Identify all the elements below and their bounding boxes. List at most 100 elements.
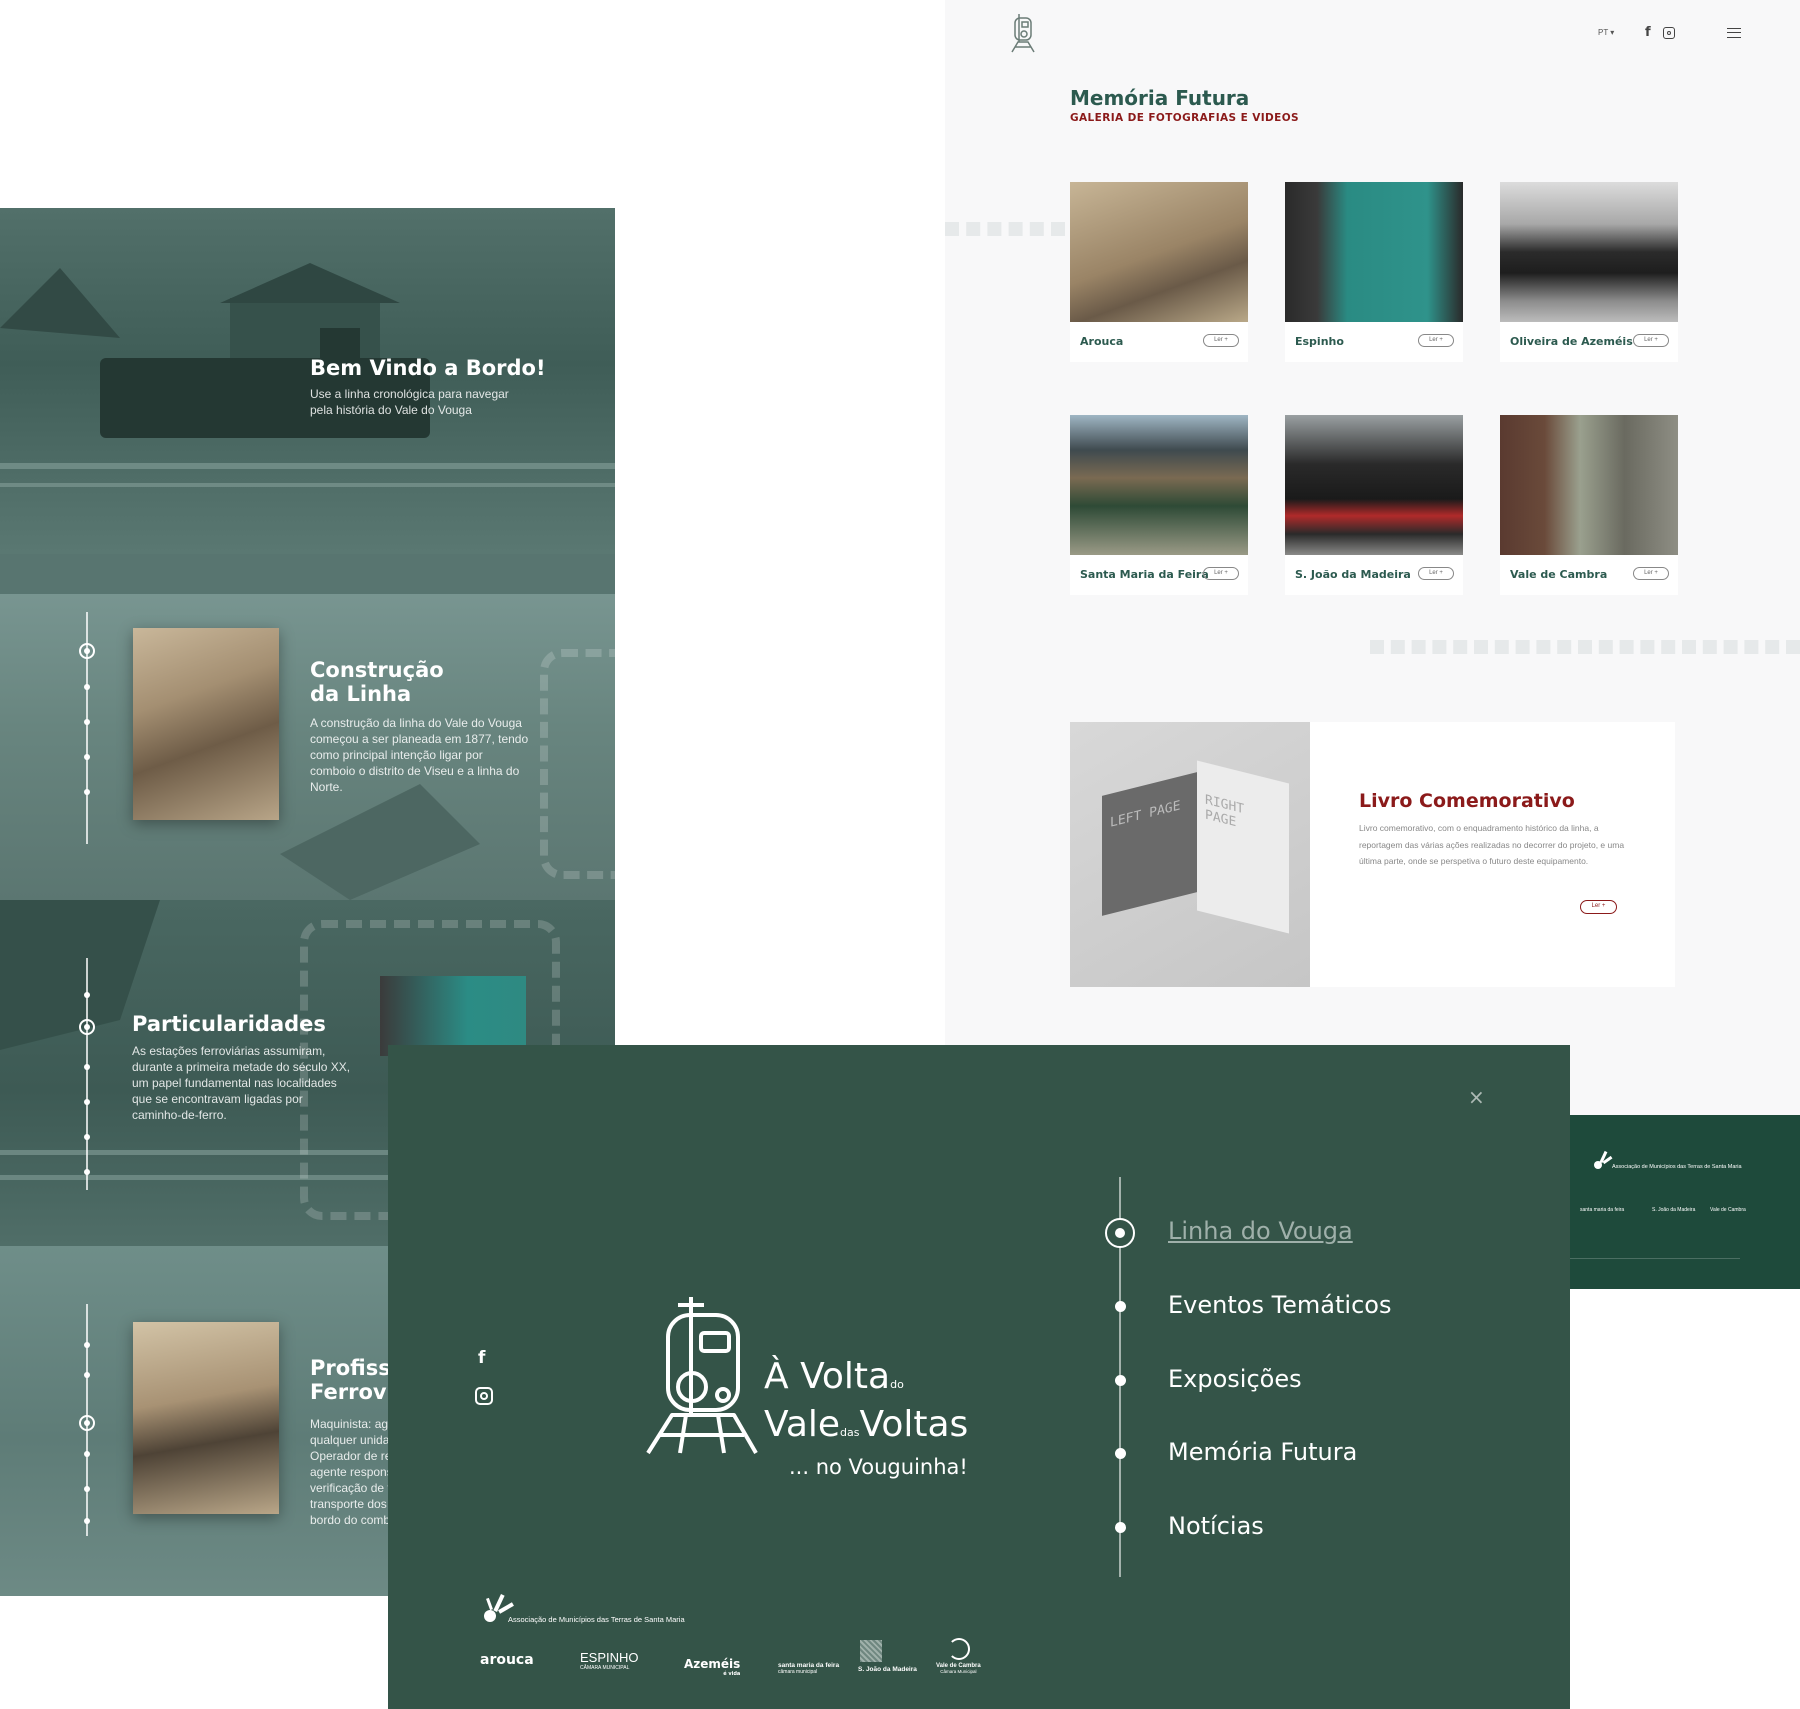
partner-sub: CÂMARA MUNICIPAL [580,1665,630,1671]
instagram-icon[interactable] [1663,27,1675,39]
section-text: As estações ferroviárias assumiram, dura… [132,1044,351,1122]
partner-logo[interactable]: Vale de Cambra [1710,1207,1746,1213]
menu-overlay: × f À Voltado ValedasVoltas ... no Vougu… [388,1045,1570,1709]
book-left-page: LEFT PAGE [1102,772,1197,916]
timeline-node[interactable] [84,1064,90,1070]
read-more-button[interactable]: Ler + [1418,334,1454,347]
card-image[interactable] [1285,415,1463,555]
section-title: Particularidades [132,1012,326,1036]
card-caption: Oliveira de Azeméis [1510,335,1633,348]
menu-dot [1115,1448,1126,1459]
read-more-button[interactable]: Ler + [1203,334,1239,347]
language-label: PT [1598,28,1609,37]
menu-item-eventos-tematicos[interactable]: Eventos Temáticos [1168,1291,1391,1319]
train-photo-bg [0,263,615,487]
partner-name: ESPINHO [580,1650,639,1665]
card-caption: Vale de Cambra [1510,568,1608,581]
timeline-node[interactable] [84,1134,90,1140]
gallery-card[interactable]: Espinho Ler + [1285,182,1463,362]
welcome-title: Bem Vindo a Bordo! [310,356,546,380]
menu-item-memoria-futura[interactable]: Memória Futura [1168,1438,1357,1466]
gallery-card[interactable]: Arouca Ler + [1070,182,1248,362]
book-title: Livro Comemorativo [1359,790,1575,812]
language-selector[interactable]: PT ▾ [1598,28,1614,37]
facebook-icon[interactable]: f [478,1348,485,1368]
menu-item-linha-do-vouga[interactable]: Linha do Vouga [1168,1217,1353,1245]
timeline-node-active[interactable] [79,1019,95,1035]
gallery-card[interactable]: Vale de Cambra Ler + [1500,415,1678,595]
card-image[interactable] [1285,182,1463,322]
construction-photo[interactable] [133,628,279,820]
menu-dot [1115,1375,1126,1386]
book-text: Livro comemorativo, com o enquadramento … [1359,823,1625,866]
book-read-more-button[interactable]: Ler + [1580,900,1617,914]
footer-divider [1570,1258,1740,1259]
card-caption: Espinho [1295,335,1344,348]
menu-dot [1115,1522,1126,1533]
page-subtitle: GALERIA DE FOTOGRAFIAS E VIDEOS [1070,112,1300,124]
particularidades-photo[interactable] [380,976,526,1056]
menu-active-ring [1105,1218,1135,1248]
vale-de-cambra-logo-mark [948,1638,970,1660]
timeline-node[interactable] [84,992,90,998]
hamburger-menu-icon[interactable] [1727,28,1741,38]
read-more-button[interactable]: Ler + [1633,567,1669,580]
timeline-node[interactable] [84,1099,90,1105]
gallery-card[interactable]: Santa Maria da Feira Ler + [1070,415,1248,595]
partner-logo-sjm[interactable]: S. João da Madeira [858,1666,917,1673]
association-logo-icon [1592,1149,1614,1171]
book-left-label: LEFT PAGE [1110,798,1181,831]
facebook-icon[interactable]: f [1645,25,1651,40]
gallery-card[interactable]: S. João da Madeira Ler + [1285,415,1463,595]
partner-logo-azemeis[interactable]: Azeméis é vida [684,1657,740,1677]
book-image[interactable]: LEFT PAGE RIGHT PAGE [1070,722,1310,987]
brand-line-2: ValedasVoltas [764,1405,968,1453]
instagram-icon[interactable] [475,1387,493,1405]
brand-small: das [840,1426,860,1439]
partner-sub: Câmara Municipal [940,1669,977,1674]
footer-strip: Associação de Municípios das Terras de S… [1570,1115,1800,1289]
section-title: Construção da Linha [310,658,444,706]
timeline-node[interactable] [84,1486,90,1492]
partner-sub: é vida [723,1671,741,1677]
partner-logo[interactable]: santa maria da feira [1580,1207,1624,1213]
association-label: Associação de Municípios das Terras de S… [1612,1164,1742,1170]
rail-decoration [540,649,615,879]
close-icon[interactable]: × [1468,1085,1485,1109]
partner-logo-espinho[interactable]: ESPINHO CÂMARA MUNICIPAL [580,1650,639,1671]
vouguinha-train-logo[interactable] [646,1295,758,1455]
card-image[interactable] [1070,182,1248,322]
partner-logo[interactable]: S. João da Madeira [1652,1207,1695,1213]
timeline-node[interactable] [84,1342,90,1348]
read-more-button[interactable]: Ler + [1418,567,1454,580]
menu-item-exposicoes[interactable]: Exposições [1168,1365,1302,1393]
card-image[interactable] [1070,415,1248,555]
locomotive-photo[interactable] [133,1322,279,1514]
brand-word: À Volta [764,1356,891,1397]
timeline-node[interactable] [84,1451,90,1457]
page-title: Memória Futura [1070,86,1250,110]
train-logo-icon[interactable] [1008,12,1038,54]
menu-dot [1115,1301,1126,1312]
gallery-page: PT ▾ f Memória Futura GALERIA DE FOTOGRA… [945,0,1800,1115]
timeline-section-construcao: Construção da Linha A construção da linh… [0,554,615,900]
timeline-node-active[interactable] [79,643,95,659]
timeline-node-active[interactable] [79,1415,95,1431]
card-image[interactable] [1500,415,1678,555]
timeline-node[interactable] [84,1372,90,1378]
gallery-card[interactable]: Oliveira de Azeméis Ler + [1500,182,1678,362]
timeline-node[interactable] [84,1518,90,1524]
partner-logo-vale-de-cambra[interactable]: Vale de Cambra Câmara Municipal [936,1663,981,1674]
read-more-button[interactable]: Ler + [1203,567,1239,580]
rail-decoration [945,222,1065,236]
partner-logo-arouca[interactable]: arouca [480,1652,534,1668]
timeline-node[interactable] [84,754,90,760]
timeline-node[interactable] [84,719,90,725]
timeline-node[interactable] [84,684,90,690]
read-more-button[interactable]: Ler + [1633,334,1669,347]
partner-logo-feira[interactable]: santa maria da feira câmara municipal [778,1662,839,1675]
timeline-node[interactable] [84,789,90,795]
menu-item-noticias[interactable]: Notícias [1168,1512,1264,1540]
timeline-node[interactable] [84,1169,90,1175]
card-image[interactable] [1500,182,1678,322]
